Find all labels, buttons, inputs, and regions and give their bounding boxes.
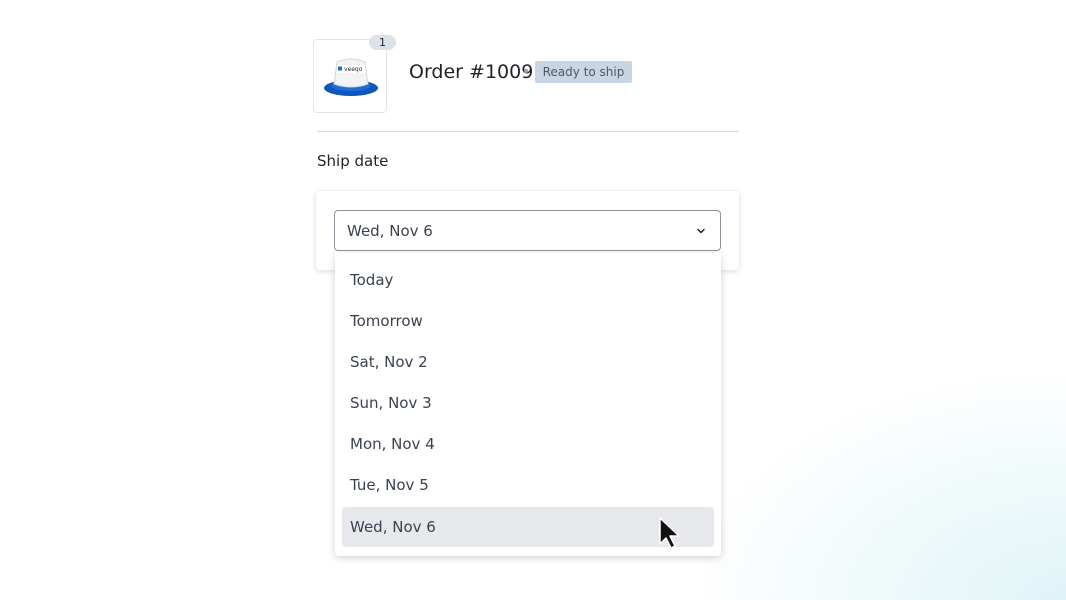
- option-sat-nov-2[interactable]: Sat, Nov 2: [342, 342, 714, 382]
- option-tue-nov-5[interactable]: Tue, Nov 5: [342, 465, 714, 505]
- option-today[interactable]: Today: [342, 260, 714, 300]
- ship-date-selected-value: Wed, Nov 6: [347, 222, 433, 240]
- product-thumbnail: veeqo: [313, 39, 387, 113]
- order-title: Order #1009: [409, 61, 534, 83]
- separator-dot: [524, 69, 528, 73]
- divider: [317, 131, 739, 132]
- option-sun-nov-3[interactable]: Sun, Nov 3: [342, 383, 714, 423]
- option-tomorrow[interactable]: Tomorrow: [342, 301, 714, 341]
- ship-date-select[interactable]: Wed, Nov 6: [334, 210, 721, 251]
- ship-date-dropdown-menu: Today Tomorrow Sat, Nov 2 Sun, Nov 3 Mon…: [335, 253, 721, 556]
- option-mon-nov-4[interactable]: Mon, Nov 4: [342, 424, 714, 464]
- svg-text:veeqo: veeqo: [344, 66, 363, 73]
- mouse-pointer-icon: [659, 517, 680, 549]
- background-gradient: [706, 380, 1066, 600]
- ship-date-label: Ship date: [317, 152, 389, 170]
- quantity-badge: 1: [369, 35, 396, 50]
- status-badge: Ready to ship: [535, 61, 632, 83]
- bucket-hat-icon: veeqo: [324, 58, 378, 96]
- chevron-down-icon: [697, 228, 705, 234]
